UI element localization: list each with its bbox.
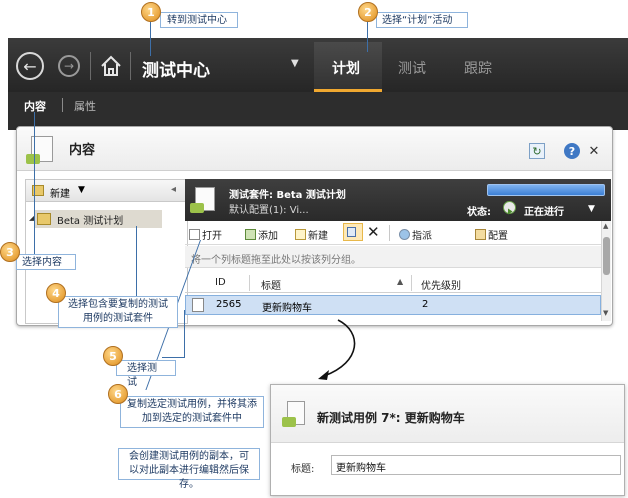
callout-1-line — [150, 22, 151, 56]
tree-item-beta-plan[interactable]: Beta 测试计划 — [34, 210, 162, 228]
callout-4-line — [136, 226, 137, 296]
callout-3: 选择内容 — [16, 254, 76, 270]
scroll-thumb[interactable] — [603, 237, 610, 275]
suite-title: 测试套件: Beta 测试计划 — [229, 190, 346, 201]
configure-icon — [475, 229, 486, 240]
add-icon — [245, 229, 256, 240]
test-suite-icon — [190, 187, 215, 213]
open-icon — [189, 229, 200, 240]
open-label: 打开 — [202, 231, 222, 242]
app-title: 测试中心 — [142, 61, 210, 81]
callout-number-4: 4 — [46, 283, 66, 303]
panel-header: 内容 ↻ ? ✕ — [17, 127, 612, 171]
new-label: 新建 — [308, 231, 328, 242]
copy-icon — [347, 227, 356, 237]
column-title[interactable]: 标题 — [261, 277, 281, 292]
dialog-header: 新测试用例 7*: 更新购物车 — [271, 385, 624, 443]
chevron-down-icon[interactable]: ▼ — [291, 58, 299, 69]
column-sep — [249, 275, 250, 291]
scroll-up-icon[interactable]: ▲ — [603, 222, 608, 230]
toolbar-divider — [90, 52, 91, 80]
status-label: 状态: — [467, 207, 491, 218]
screenshot-root: 1 转到测试中心 2 选择“计划”活动 ← → 测试中心 ▼ 计划 测试 跟踪 … — [0, 0, 628, 498]
cell-id: 2565 — [216, 299, 242, 310]
subtab-divider — [62, 98, 63, 112]
new-suite-caret-icon[interactable]: ▼ — [78, 185, 85, 195]
column-priority[interactable]: 优先级别 — [421, 277, 461, 292]
test-case-icon — [192, 298, 204, 312]
close-icon[interactable]: ✕ — [586, 143, 602, 159]
suite-config: 默认配置(1): Vi... — [229, 205, 309, 216]
grid-header: ID 标题 ▲ 优先级别 — [185, 273, 601, 293]
app-bar: ← → 测试中心 ▼ 计划 测试 跟踪 内容 属性 — [8, 38, 628, 130]
folder-icon — [37, 213, 51, 225]
new-icon — [295, 229, 306, 240]
assign-icon — [399, 229, 410, 240]
configure-button[interactable]: 配置 — [475, 227, 508, 242]
cell-title: 更新购物车 — [262, 303, 312, 314]
remove-icon[interactable]: ✕ — [367, 223, 380, 241]
help-icon[interactable]: ? — [564, 143, 580, 159]
open-button[interactable]: 打开 — [189, 227, 222, 242]
copy-test-case-button[interactable] — [343, 223, 363, 241]
refresh-icon[interactable]: ↻ — [529, 143, 545, 159]
subtab-properties[interactable]: 属性 — [74, 98, 96, 114]
scroll-down-icon[interactable]: ▼ — [603, 309, 608, 317]
callout-number-1: 1 — [141, 2, 161, 22]
column-sep-2 — [411, 275, 412, 291]
vertical-scrollbar[interactable]: ▲ ▼ — [601, 221, 611, 321]
status-value[interactable]: 正在进行 — [524, 203, 564, 218]
tab-test[interactable]: 测试 — [398, 58, 426, 78]
title-field[interactable]: 更新购物车 — [331, 455, 621, 475]
callout-5-line — [184, 310, 185, 358]
note-callout: 会创建测试用例的副本，可以对此副本进行编辑然后保存。 — [118, 448, 260, 490]
dialog-title: 新测试用例 7*: 更新购物车 — [317, 411, 465, 425]
tab-track[interactable]: 跟踪 — [464, 58, 492, 78]
title-field-label: 标题: — [291, 464, 315, 475]
callout-number-3: 3 — [0, 242, 20, 262]
tree-toolbar: 新建 ▼ ◂ — [26, 180, 187, 202]
test-case-doc-icon — [282, 401, 305, 427]
group-by-hint: 将一个列标题拖至此处以按该列分组。 — [185, 246, 601, 268]
sort-up-icon: ▲ — [397, 277, 404, 286]
toolbar-sep — [389, 225, 390, 241]
collapse-chevron-icon[interactable]: ◂ — [171, 184, 176, 195]
callout-2: 选择“计划”活动 — [376, 12, 468, 28]
status-caret-icon[interactable]: ▼ — [588, 204, 595, 214]
home-icon[interactable] — [100, 54, 122, 78]
progress-bar — [487, 184, 605, 196]
column-id[interactable]: ID — [215, 277, 226, 288]
add-button[interactable]: 添加 — [245, 227, 278, 242]
assign-button[interactable]: 指派 — [399, 227, 432, 242]
callout-number-6: 6 — [108, 384, 128, 404]
forward-arrow-icon[interactable]: → — [58, 55, 80, 77]
subtab-contents[interactable]: 内容 — [24, 98, 46, 114]
tab-plan[interactable]: 计划 — [332, 58, 360, 78]
callout-5: 选择测试 — [116, 360, 176, 388]
tree-item-label: Beta 测试计划 — [57, 215, 124, 227]
callout-6: 复制选定测试用例，并将其添加到选定的测试套件中 — [120, 396, 264, 428]
new-button[interactable]: 新建 — [295, 227, 328, 242]
curved-arrow-icon — [318, 319, 356, 380]
add-label: 添加 — [258, 231, 278, 242]
new-test-case-dialog: 新测试用例 7*: 更新购物车 标题: 更新购物车 — [270, 384, 625, 496]
test-toolbar: 打开 添加 新建 ✕ 指派 配置 — [185, 221, 601, 245]
cell-priority: 2 — [422, 299, 429, 310]
callout-5-line-h — [162, 357, 185, 358]
callout-2-line — [367, 22, 368, 52]
play-status-icon — [503, 201, 516, 215]
new-suite-button[interactable]: 新建 — [50, 185, 70, 200]
table-row[interactable]: 2565 更新购物车 2 — [185, 295, 601, 315]
panel-title: 内容 — [69, 143, 96, 158]
callout-number-5: 5 — [103, 346, 123, 366]
toolbar-divider-2 — [130, 52, 131, 80]
assign-label: 指派 — [412, 231, 432, 242]
callout-3-line — [34, 112, 35, 262]
callout-1: 转到测试中心 — [160, 12, 238, 28]
callout-4: 选择包含要复制的测试用例的测试套件 — [58, 296, 178, 328]
back-arrow-icon[interactable]: ← — [16, 52, 44, 80]
callout-number-2: 2 — [358, 2, 378, 22]
configure-label: 配置 — [488, 231, 508, 242]
suite-header: 测试套件: Beta 测试计划 默认配置(1): Vi... 状态: 正在进行 … — [185, 179, 611, 221]
